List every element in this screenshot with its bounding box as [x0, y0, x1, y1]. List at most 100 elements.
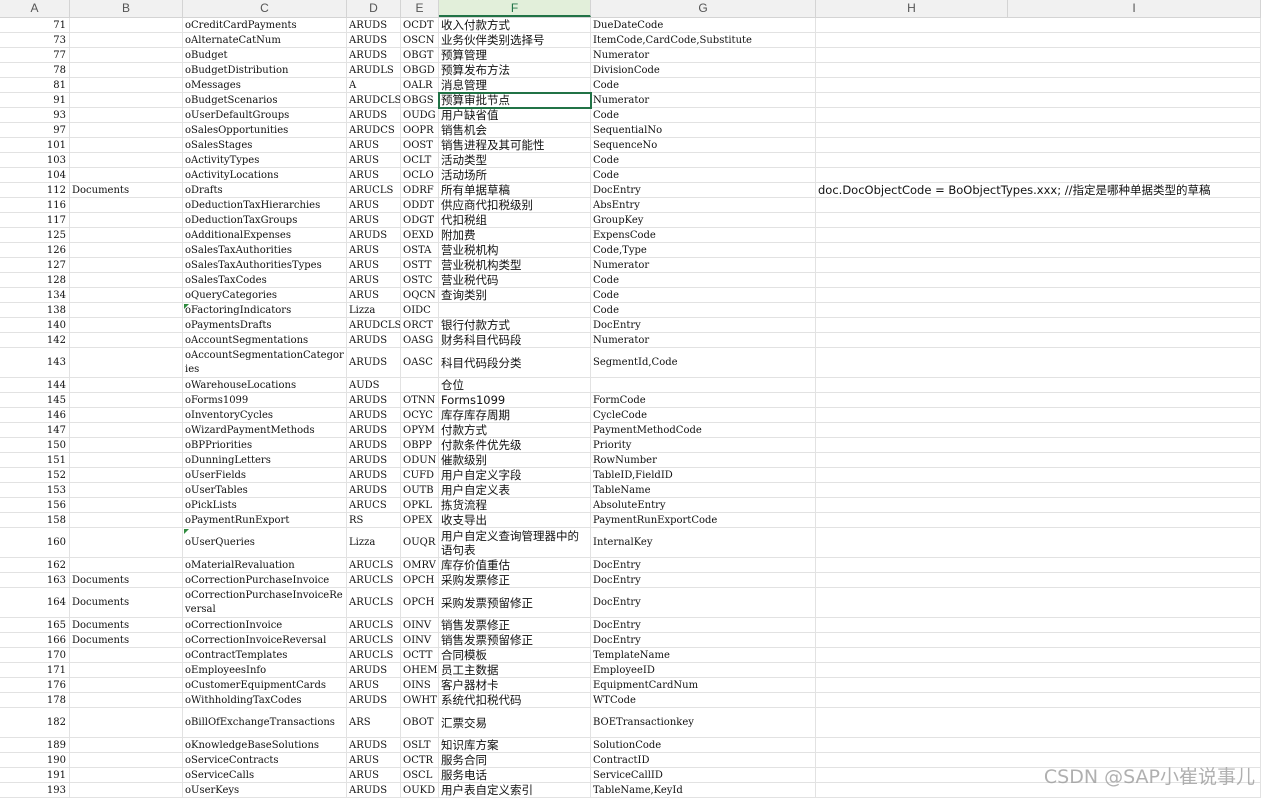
- cell-b[interactable]: [70, 663, 183, 677]
- cell-d[interactable]: ARUCLS: [347, 633, 401, 647]
- cell-e[interactable]: OOPR: [401, 123, 439, 137]
- cell-b[interactable]: [70, 93, 183, 107]
- cell-b[interactable]: [70, 453, 183, 467]
- cell-f[interactable]: 库存价值重估: [439, 558, 591, 572]
- cell-a[interactable]: 170: [0, 648, 70, 662]
- cell-d[interactable]: ARUDCLS: [347, 93, 401, 107]
- cell-e[interactable]: OCTR: [401, 753, 439, 767]
- cell-f[interactable]: 收入付款方式: [439, 18, 591, 32]
- cell-f[interactable]: 拣货流程: [439, 498, 591, 512]
- cell-e[interactable]: OUKD: [401, 783, 439, 797]
- cell-d[interactable]: ARUCLS: [347, 618, 401, 632]
- cell-e[interactable]: OALR: [401, 78, 439, 92]
- cell-d[interactable]: ARUDS: [347, 18, 401, 32]
- cell-f[interactable]: 所有单据草稿: [439, 183, 591, 197]
- cell-g[interactable]: DocEntry: [591, 558, 816, 572]
- cell-c[interactable]: oUserTables: [183, 483, 347, 497]
- cell-a[interactable]: 116: [0, 198, 70, 212]
- cell-e[interactable]: OSCN: [401, 33, 439, 47]
- cell-d[interactable]: ARUS: [347, 258, 401, 272]
- cell-f[interactable]: 营业税代码: [439, 273, 591, 287]
- cell-h[interactable]: [816, 273, 1008, 287]
- cell-d[interactable]: ARUDS: [347, 468, 401, 482]
- cell-d[interactable]: ARUCLS: [347, 588, 401, 617]
- cell-i[interactable]: [1008, 18, 1261, 32]
- cell-c[interactable]: oDeductionTaxGroups: [183, 213, 347, 227]
- cell-g[interactable]: EmployeeID: [591, 663, 816, 677]
- cell-i[interactable]: [1008, 93, 1261, 107]
- cell-h[interactable]: [816, 168, 1008, 182]
- cell-e[interactable]: OOST: [401, 138, 439, 152]
- cell-a[interactable]: 81: [0, 78, 70, 92]
- cell-e[interactable]: OBPP: [401, 438, 439, 452]
- cell-c[interactable]: oQueryCategories: [183, 288, 347, 302]
- cell-g[interactable]: AbsoluteEntry: [591, 498, 816, 512]
- cell-h[interactable]: [816, 513, 1008, 527]
- cell-d[interactable]: Lizza: [347, 528, 401, 557]
- cell-h[interactable]: [816, 633, 1008, 647]
- cell-g[interactable]: GroupKey: [591, 213, 816, 227]
- cell-f[interactable]: 仓位: [439, 378, 591, 392]
- cell-g[interactable]: Code: [591, 303, 816, 317]
- cell-d[interactable]: ARUDCLS: [347, 318, 401, 332]
- cell-a[interactable]: 112: [0, 183, 70, 197]
- cell-c[interactable]: oCustomerEquipmentCards: [183, 678, 347, 692]
- cell-b[interactable]: [70, 708, 183, 737]
- cell-a[interactable]: 146: [0, 408, 70, 422]
- cell-e[interactable]: OPCH: [401, 573, 439, 587]
- cell-h[interactable]: [816, 393, 1008, 407]
- cell-f[interactable]: 销售发票修正: [439, 618, 591, 632]
- cell-d[interactable]: ARUS: [347, 678, 401, 692]
- cell-c[interactable]: oActivityLocations: [183, 168, 347, 182]
- cell-g[interactable]: DivisionCode: [591, 63, 816, 77]
- cell-i[interactable]: [1008, 333, 1261, 347]
- cell-g[interactable]: Numerator: [591, 258, 816, 272]
- cell-d[interactable]: ARUS: [347, 243, 401, 257]
- cell-e[interactable]: OMRV: [401, 558, 439, 572]
- cell-f[interactable]: 银行付款方式: [439, 318, 591, 332]
- cell-f[interactable]: 业务伙伴类别选择号: [439, 33, 591, 47]
- cell-a[interactable]: 160: [0, 528, 70, 557]
- cell-e[interactable]: OBGT: [401, 48, 439, 62]
- cell-c[interactable]: oContractTemplates: [183, 648, 347, 662]
- cell-i[interactable]: [1008, 738, 1261, 752]
- cell-h[interactable]: [816, 213, 1008, 227]
- cell-h[interactable]: [816, 378, 1008, 392]
- cell-h[interactable]: [816, 48, 1008, 62]
- cell-f[interactable]: 营业税机构: [439, 243, 591, 257]
- cell-d[interactable]: ARUDCS: [347, 123, 401, 137]
- cell-a[interactable]: 153: [0, 483, 70, 497]
- cell-i[interactable]: [1008, 513, 1261, 527]
- cell-a[interactable]: 182: [0, 708, 70, 737]
- cell-c[interactable]: oSalesTaxAuthoritiesTypes: [183, 258, 347, 272]
- cell-a[interactable]: 163: [0, 573, 70, 587]
- cell-a[interactable]: 145: [0, 393, 70, 407]
- cell-g[interactable]: TemplateName: [591, 648, 816, 662]
- cell-c[interactable]: oBPPriorities: [183, 438, 347, 452]
- cell-c[interactable]: oSalesTaxAuthorities: [183, 243, 347, 257]
- cell-i[interactable]: [1008, 258, 1261, 272]
- cell-d[interactable]: A: [347, 78, 401, 92]
- cell-c[interactable]: oCorrectionPurchaseInvoice: [183, 573, 347, 587]
- cell-a[interactable]: 162: [0, 558, 70, 572]
- cell-e[interactable]: OINV: [401, 633, 439, 647]
- cell-a[interactable]: 189: [0, 738, 70, 752]
- cell-i[interactable]: [1008, 678, 1261, 692]
- cell-b[interactable]: [70, 528, 183, 557]
- cell-c[interactable]: oUserDefaultGroups: [183, 108, 347, 122]
- cell-h[interactable]: [816, 783, 1008, 797]
- cell-a[interactable]: 101: [0, 138, 70, 152]
- cell-e[interactable]: OPEX: [401, 513, 439, 527]
- cell-g[interactable]: [591, 378, 816, 392]
- cell-d[interactable]: ARUDS: [347, 333, 401, 347]
- cell-d[interactable]: ARUDS: [347, 228, 401, 242]
- cell-h[interactable]: [816, 483, 1008, 497]
- cell-c[interactable]: oCorrectionInvoice: [183, 618, 347, 632]
- cell-f[interactable]: 预算审批节点: [439, 93, 591, 107]
- cell-h[interactable]: [816, 528, 1008, 557]
- cell-f[interactable]: 知识库方案: [439, 738, 591, 752]
- cell-f[interactable]: 预算发布方法: [439, 63, 591, 77]
- cell-d[interactable]: ARUS: [347, 288, 401, 302]
- cell-d[interactable]: ARUS: [347, 753, 401, 767]
- cell-g[interactable]: PaymentMethodCode: [591, 423, 816, 437]
